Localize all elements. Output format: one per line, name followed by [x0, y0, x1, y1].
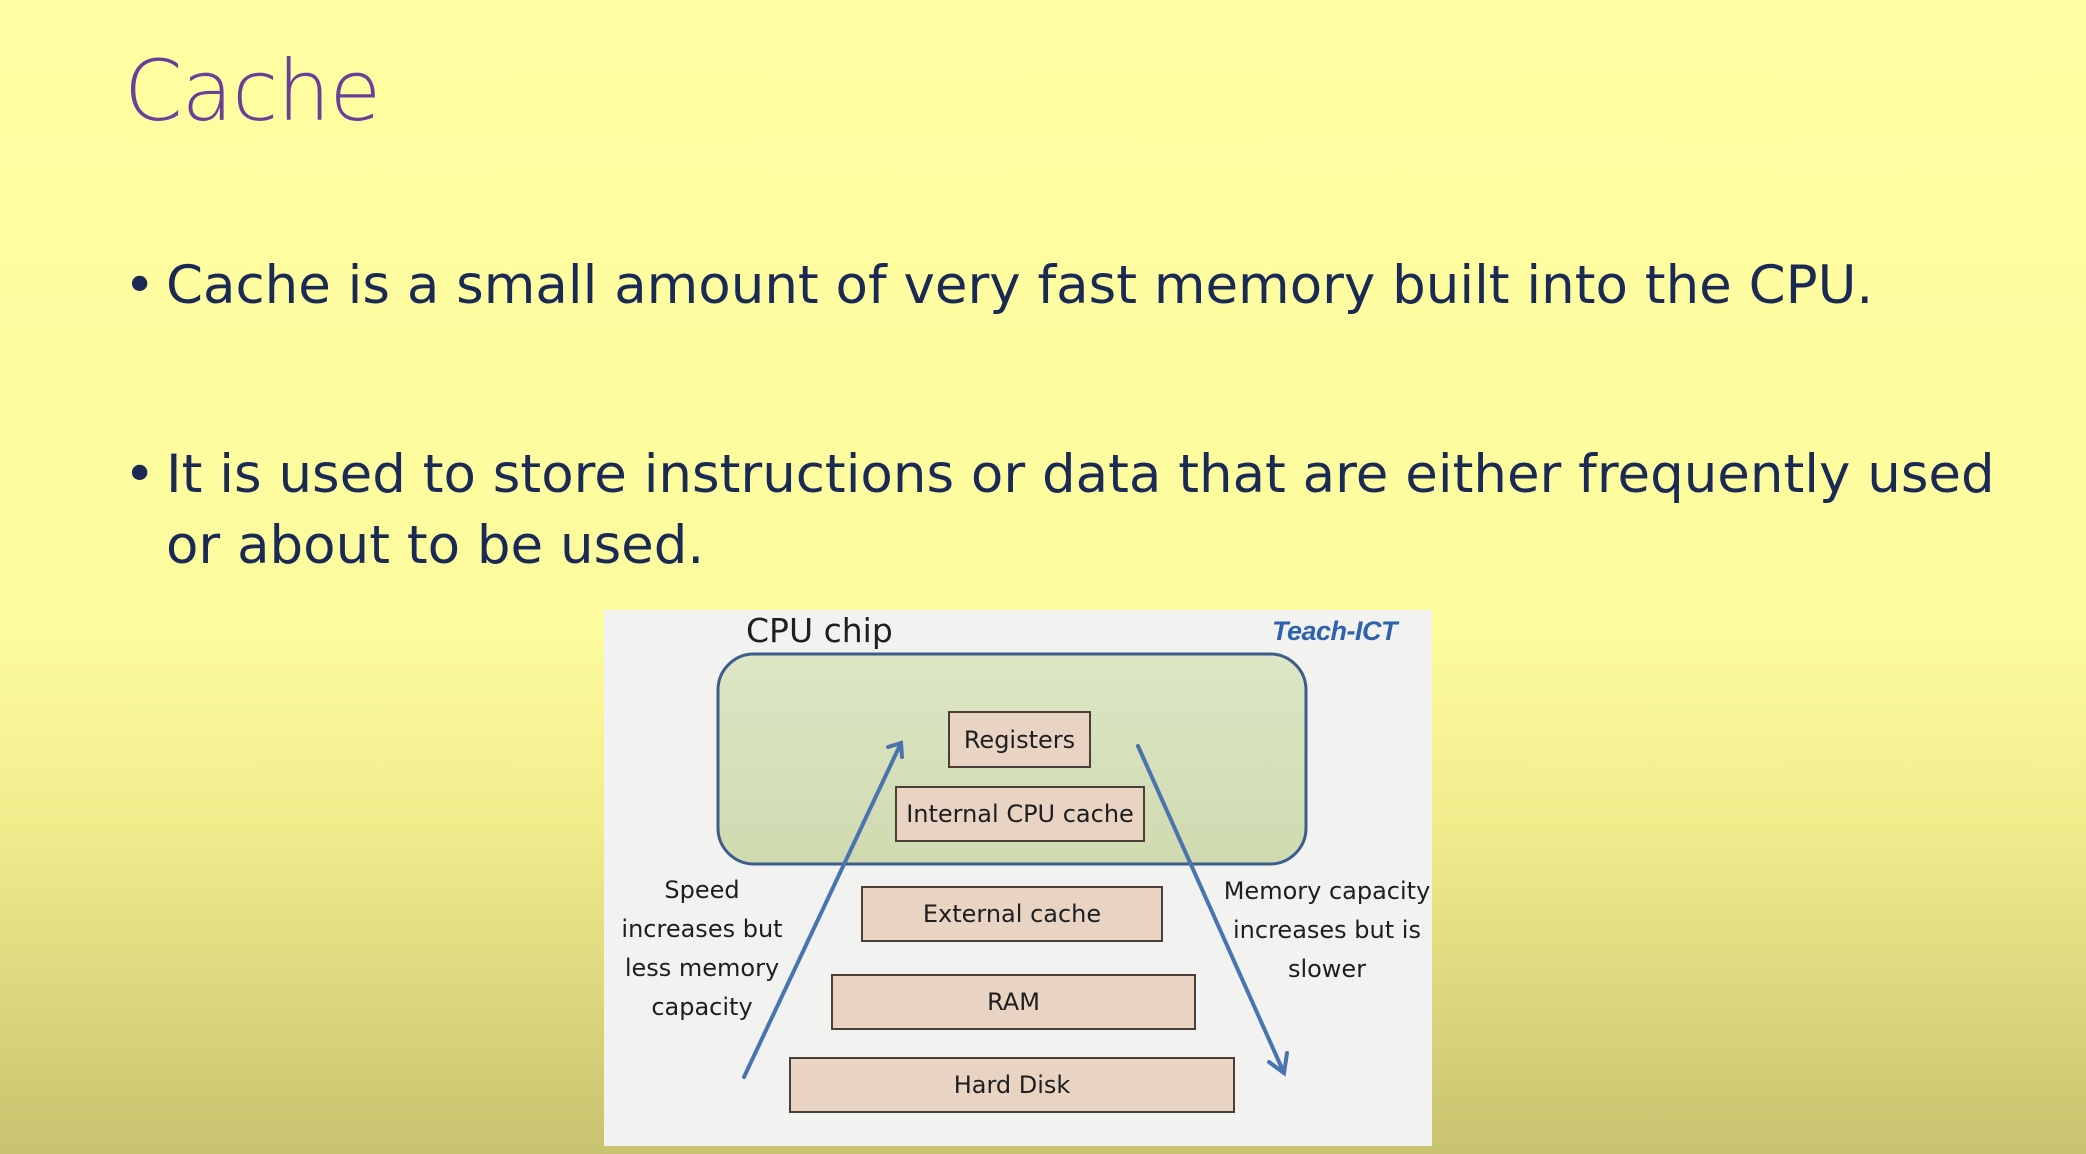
cpu-chip-label: CPU chip	[746, 611, 893, 650]
capacity-note: Memory capacity increases but is slower	[1223, 877, 1431, 983]
teach-ict-logo: Teach-ICT	[1272, 616, 1398, 646]
bullet-item: Cache is a small amount of very fast mem…	[124, 250, 2024, 321]
ram-box: RAM	[831, 974, 1196, 1030]
speed-note: Speed increases but less memory capacity	[621, 876, 783, 1021]
memory-hierarchy-diagram: CPU chip Teach-ICT Registers Internal CP…	[604, 610, 1432, 1146]
bullet-item: It is used to store instructions or data…	[124, 439, 2024, 581]
slide-title: Cache	[124, 42, 381, 140]
registers-box: Registers	[948, 711, 1091, 768]
internal-cache-box: Internal CPU cache	[895, 786, 1145, 842]
bullet-list: Cache is a small amount of very fast mem…	[124, 250, 2024, 581]
hard-disk-box: Hard Disk	[789, 1057, 1235, 1113]
external-cache-box: External cache	[861, 886, 1163, 942]
